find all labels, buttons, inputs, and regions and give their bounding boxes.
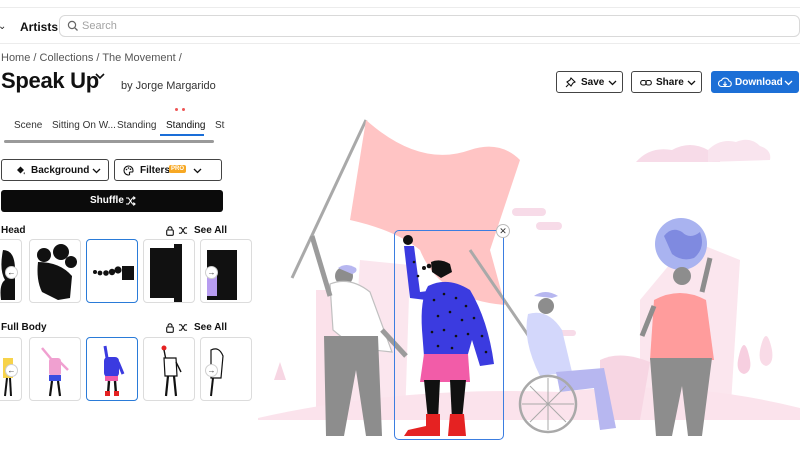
- breadcrumb-home[interactable]: Home: [1, 52, 30, 64]
- tab-indicator-dot: [175, 108, 178, 111]
- download-button[interactable]: Download: [711, 71, 799, 93]
- breadcrumb-separator: /: [93, 52, 103, 64]
- nav-artists-link[interactable]: Artists: [20, 20, 58, 34]
- chevron-down-icon[interactable]: ⌄: [0, 21, 6, 32]
- full-body-option-thumb[interactable]: [143, 337, 195, 401]
- filters-dropdown[interactable]: Filters PRO: [114, 159, 222, 181]
- tab-indicator-dot: [182, 108, 185, 111]
- search-input[interactable]: [82, 18, 782, 34]
- breadcrumb-the-movement[interactable]: The Movement: [102, 52, 175, 64]
- save-button[interactable]: Save: [556, 71, 623, 93]
- full-body-see-all-link[interactable]: See All: [194, 322, 227, 333]
- close-icon[interactable]: ✕: [496, 224, 510, 238]
- tab-scene[interactable]: Scene: [14, 120, 42, 131]
- save-label: Save: [581, 77, 605, 88]
- shuffle-button[interactable]: Shuffle: [1, 190, 223, 212]
- background-dropdown[interactable]: Background: [1, 159, 109, 181]
- filters-label: Filters: [140, 165, 171, 176]
- full-body-section-title: Full Body: [1, 322, 47, 333]
- top-navigation-bar: ⌄ Artists: [0, 8, 800, 44]
- search-box[interactable]: [59, 15, 800, 37]
- lock-icon[interactable]: [166, 323, 174, 333]
- breadcrumb-separator: /: [30, 52, 40, 64]
- tab-partial[interactable]: St: [215, 120, 224, 131]
- breadcrumb-separator: /: [175, 52, 182, 64]
- category-tabs: Scene Sitting On W... Standing Standing …: [0, 112, 228, 138]
- arrow-right-icon[interactable]: →: [205, 364, 218, 377]
- head-see-all-link[interactable]: See All: [194, 225, 227, 236]
- tab-standing-1[interactable]: Standing: [117, 120, 156, 131]
- link-icon: [640, 79, 652, 86]
- share-label: Share: [656, 77, 684, 88]
- pin-icon: [565, 77, 576, 88]
- head-section-title: Head: [1, 225, 26, 236]
- chevron-down-icon: [608, 80, 617, 86]
- illustration-canvas[interactable]: [236, 100, 800, 459]
- lock-icon[interactable]: [166, 226, 174, 236]
- paint-bucket-icon: [17, 166, 25, 175]
- head-option-thumb-selected[interactable]: [86, 239, 138, 303]
- head-option-thumb[interactable]: [143, 239, 195, 303]
- arrow-right-icon[interactable]: →: [205, 266, 218, 279]
- selection-frame[interactable]: [394, 230, 504, 440]
- pro-badge: PRO: [169, 165, 187, 173]
- head-option-thumb[interactable]: [29, 239, 81, 303]
- background-label: Background: [31, 165, 90, 176]
- title-chevron-down-icon[interactable]: [95, 72, 105, 80]
- chevron-down-icon: [92, 168, 101, 174]
- tabs-scrollbar[interactable]: [4, 140, 214, 143]
- chevron-down-icon: [687, 80, 696, 86]
- palette-icon: [123, 165, 134, 176]
- tab-sitting-on-wheelchair[interactable]: Sitting On W...: [52, 120, 116, 131]
- search-icon: [67, 20, 78, 31]
- shuffle-icon: [126, 196, 136, 206]
- full-body-option-thumb-selected[interactable]: [86, 337, 138, 401]
- shuffle-label: Shuffle: [90, 195, 124, 206]
- download-label: Download: [735, 77, 783, 88]
- author-byline: by Jorge Margarido: [121, 80, 216, 92]
- page-title: Speak Up: [1, 68, 99, 93]
- breadcrumb: Home / Collections / The Movement /: [1, 52, 182, 64]
- share-button[interactable]: Share: [631, 71, 702, 93]
- chevron-down-icon: [784, 80, 793, 86]
- active-tab-underline: [160, 134, 204, 136]
- full-body-option-thumb[interactable]: [29, 337, 81, 401]
- chevron-down-icon: [193, 168, 202, 174]
- shuffle-icon[interactable]: [178, 323, 188, 332]
- cloud-download-icon: [718, 77, 732, 88]
- breadcrumb-collections[interactable]: Collections: [40, 52, 94, 64]
- shuffle-icon[interactable]: [178, 226, 188, 235]
- tab-standing-2[interactable]: Standing: [166, 120, 205, 131]
- arrow-left-icon[interactable]: ←: [5, 266, 18, 279]
- top-strip: [0, 0, 800, 8]
- arrow-left-icon[interactable]: ←: [5, 364, 18, 377]
